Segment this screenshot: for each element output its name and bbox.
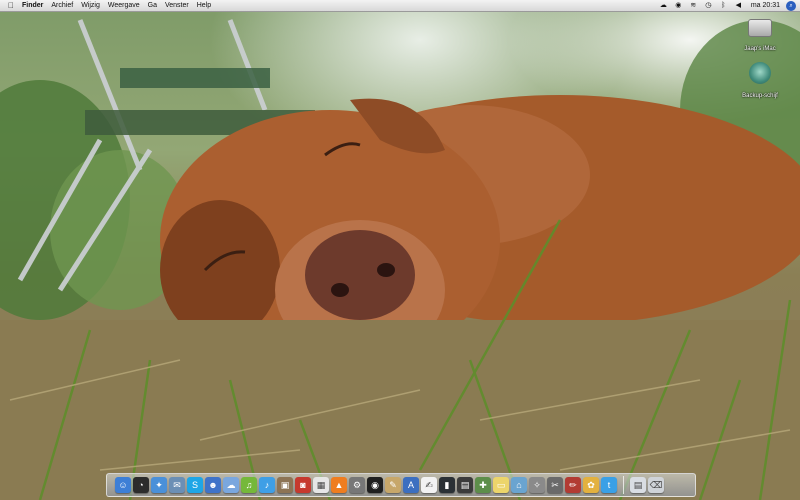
downloads-stack-icon[interactable]: ▤ [630,477,646,493]
menu-finder[interactable]: Finder [18,0,47,11]
wifi-icon[interactable]: ≋ [689,0,698,11]
gear-icon[interactable]: ✧ [529,477,545,493]
desktop-icon-label: Backup-schijf [742,93,778,99]
hard-drive-icon [748,19,772,37]
app-store-icon[interactable]: A [403,477,419,493]
notes-icon[interactable]: ▭ [493,477,509,493]
utility-icon[interactable]: ✂ [547,477,563,493]
trash-icon[interactable]: ⌫ [648,477,664,493]
menubar-clock[interactable]: ma 20:31 [751,0,780,11]
menu-help[interactable]: Help [193,0,215,11]
dock-separator [623,476,624,494]
volume-icon[interactable]: ◀ [734,0,743,11]
maps-icon[interactable]: ⌂ [511,477,527,493]
status-area: ☁ ◉ ≋ ◷ ᛒ ◀ ma 20:31 ⌕ [659,0,796,11]
menu-weergave[interactable]: Weergave [104,0,144,11]
script-editor-icon[interactable]: ✏ [565,477,581,493]
iphoto-icon[interactable]: ▣ [277,477,293,493]
photo-booth-icon[interactable]: ◙ [295,477,311,493]
bluetooth-icon[interactable]: ᛒ [719,0,728,11]
terminal-icon[interactable]: ▮ [439,477,455,493]
photos-icon[interactable]: ✿ [583,477,599,493]
contacts-icon[interactable]: ☻ [205,477,221,493]
aperture-icon[interactable]: ◉ [367,477,383,493]
spotify-icon[interactable]: ♫ [241,477,257,493]
safari-icon[interactable]: ✦ [151,477,167,493]
desktop-icon-backup-schijf[interactable]: Backup-schijf [735,62,785,102]
menu-bar:  Finder Archief Wijzig Weergave Ga Vens… [0,0,800,12]
vlc-icon[interactable]: ▲ [331,477,347,493]
skype-icon[interactable]: S [187,477,203,493]
messages-icon[interactable]: ☁ [223,477,239,493]
mail-icon[interactable]: ✉ [169,477,185,493]
itunes-icon[interactable]: ♪ [259,477,275,493]
activity-monitor-icon[interactable]: ▤ [457,477,473,493]
textedit-icon[interactable]: ✍ [421,477,437,493]
menu-venster[interactable]: Venster [161,0,193,11]
calendar-icon[interactable]: ▦ [313,477,329,493]
finder-icon[interactable]: ☺ [115,477,131,493]
network-icon[interactable]: ✚ [475,477,491,493]
search-icon[interactable]: ⌕ [786,0,796,11]
eye-icon[interactable]: ◉ [674,0,683,11]
dock: ☺ ◔ ✦ ✉ S ☻ ☁ ♫ ♪ ▣ ◙ ▦ ▲ ⚙ ◉ ✎ A ✍ ▮ ▤ ✚ ▭ ⌂ ✧ ✂ ✏ ✿ t ▤ ⌫ [106,473,696,497]
menu-wijzig[interactable]: Wijzig [77,0,104,11]
menu-archief[interactable]: Archief [47,0,77,11]
system-preferences-icon[interactable]: ⚙ [349,477,365,493]
clock-icon[interactable]: ◷ [704,0,713,11]
desktop-icon-jaaps-imac[interactable]: Jaap's iMac [735,16,785,55]
time-machine-icon [749,62,771,84]
menu-ga[interactable]: Ga [144,0,161,11]
desktop-icon-label: Jaap's iMac [744,46,776,52]
wallpaper-art [0,19,800,500]
cloud-icon[interactable]: ☁ [659,0,668,11]
twitter-icon[interactable]: t [601,477,617,493]
preview-icon[interactable]: ✎ [385,477,401,493]
dashboard-icon[interactable]: ◔ [133,477,149,493]
desktop-wallpaper [0,0,800,500]
apple-icon[interactable]:  [4,0,18,11]
